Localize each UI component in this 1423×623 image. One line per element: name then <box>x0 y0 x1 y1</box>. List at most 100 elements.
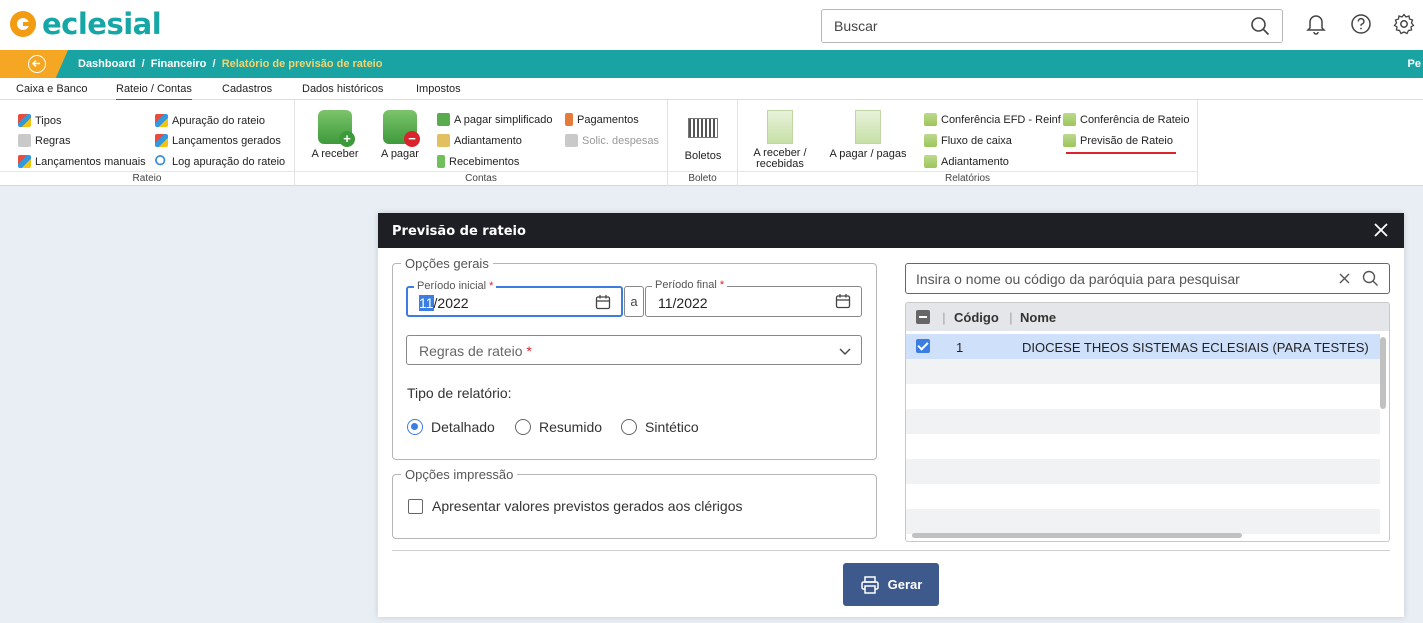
sheet-icon <box>924 134 937 147</box>
ribbon-adiantamento-report[interactable]: Adiantamento <box>924 155 1009 168</box>
horizontal-scrollbar[interactable] <box>912 533 1242 538</box>
close-icon[interactable] <box>1372 221 1390 242</box>
tab-cadastros[interactable]: Cadastros <box>222 83 272 95</box>
radio-detalhado[interactable]: Detalhado <box>407 419 495 435</box>
breadcrumb-current: Relatório de previsão de rateio <box>221 58 383 70</box>
ribbon-recebimentos[interactable]: Recebimentos <box>437 155 519 168</box>
ribbon-group-contas: + A receber − A pagar A pagar simplifica… <box>295 100 668 186</box>
ribbon-apuracao-rateio[interactable]: Apuração do rateio <box>155 114 265 127</box>
select-all-checkbox[interactable] <box>916 310 930 324</box>
apresentar-valores-checkbox[interactable]: Apresentar valores previstos gerados aos… <box>408 498 743 514</box>
clear-icon[interactable] <box>1338 272 1351 288</box>
header-divider: | <box>942 310 946 325</box>
ribbon-a-receber[interactable]: + A receber <box>307 110 363 160</box>
opcoes-gerais-legend: Opções gerais <box>405 256 489 271</box>
row-nome: DIOCESE THEOS SISTEMAS ECLESIAIS (PARA T… <box>1022 340 1369 355</box>
group-label-rateio: Rateio <box>0 171 294 185</box>
regras-rateio-placeholder: Regras de rateio * <box>419 343 532 359</box>
periodo-final-value[interactable]: 11/2022 <box>658 295 708 311</box>
back-icon[interactable] <box>28 55 46 73</box>
periodo-inicial-value[interactable]: 11/2022 <box>419 295 469 311</box>
ribbon-tipos[interactable]: Tipos <box>18 114 62 127</box>
user-menu-truncated[interactable]: Pe <box>1408 58 1421 70</box>
magnifier-icon <box>155 155 168 168</box>
ribbon-pagamentos[interactable]: Pagamentos <box>565 113 639 126</box>
breadcrumb: Dashboard / Financeiro / Relatório de pr… <box>0 50 1423 78</box>
apuracao-icon <box>155 114 168 127</box>
periodo-inicial-label: Período inicial * <box>414 280 497 292</box>
header-divider: | <box>1009 310 1013 325</box>
logo-text: eclesial <box>42 7 162 41</box>
group-label-contas: Contas <box>295 171 667 185</box>
ribbon: Tipos Regras Lançamentos manuais Apuraçã… <box>0 100 1423 186</box>
report-icon <box>767 110 793 144</box>
table-row[interactable]: 1 DIOCESE THEOS SISTEMAS ECLESIAIS (PARA… <box>906 334 1380 359</box>
ribbon-boletos[interactable]: Boletos <box>674 112 732 162</box>
table-row-empty <box>906 384 1380 409</box>
ribbon-previsao-rateio[interactable]: Previsão de Rateio <box>1063 134 1173 147</box>
sheet-icon <box>1063 113 1076 126</box>
ribbon-tabs: Caixa e Banco Rateio / Contas Cadastros … <box>0 78 1423 101</box>
search-icon[interactable] <box>1250 16 1270 39</box>
breadcrumb-financeiro[interactable]: Financeiro <box>151 58 207 70</box>
money-in-icon: + <box>318 110 355 147</box>
ribbon-lancamentos-gerados[interactable]: Lançamentos gerados <box>155 134 281 147</box>
period-separator: a <box>624 286 644 317</box>
search-icon[interactable] <box>1362 270 1379 290</box>
ribbon-a-pagar-pagas[interactable]: A pagar / pagas <box>824 110 912 160</box>
ribbon-log-apuracao[interactable]: Log apuração do rateio <box>155 155 285 168</box>
opcoes-impressao-legend: Opções impressão <box>405 467 514 482</box>
calendar-icon[interactable] <box>835 293 851 312</box>
column-codigo[interactable]: Código <box>954 310 999 325</box>
row-checkbox[interactable] <box>916 339 930 353</box>
sheet-icon <box>924 113 937 126</box>
breadcrumb-dashboard[interactable]: Dashboard <box>78 58 135 70</box>
sheet-icon <box>924 155 937 168</box>
ribbon-conferencia-efd[interactable]: Conferência EFD - Reinf <box>924 113 1061 126</box>
tab-caixa-banco[interactable]: Caixa e Banco <box>16 83 88 95</box>
gear-icon[interactable] <box>1392 13 1416 38</box>
ribbon-solic-despesas[interactable]: Solic. despesas <box>565 134 659 147</box>
breadcrumb-path: Dashboard / Financeiro / Relatório de pr… <box>78 58 382 70</box>
tipos-icon <box>18 114 31 127</box>
ribbon-a-pagar-simplificado[interactable]: A pagar simplificado <box>437 113 552 126</box>
parish-search[interactable] <box>905 263 1390 294</box>
global-search-input[interactable] <box>834 18 1234 34</box>
radio-resumido[interactable]: Resumido <box>515 419 602 435</box>
tab-impostos[interactable]: Impostos <box>416 83 461 95</box>
grid-header: | Código | Nome <box>906 303 1389 331</box>
table-row-empty <box>906 359 1380 384</box>
recebimentos-icon <box>437 155 445 168</box>
help-icon[interactable] <box>1350 13 1372 38</box>
tab-dados-historicos[interactable]: Dados históricos <box>302 83 383 95</box>
ribbon-a-receber-recebidas[interactable]: A receber / recebidas <box>746 110 814 170</box>
ribbon-lancamentos-manuais[interactable]: Lançamentos manuais <box>18 155 146 168</box>
radio-checked-icon <box>407 419 423 435</box>
breadcrumb-separator: / <box>138 58 148 70</box>
ribbon-conferencia-rateio[interactable]: Conferência de Rateio <box>1063 113 1189 126</box>
ribbon-adiantamento[interactable]: Adiantamento <box>437 134 522 147</box>
ribbon-fluxo-caixa[interactable]: Fluxo de caixa <box>924 134 1012 147</box>
ribbon-regras[interactable]: Regras <box>18 134 70 147</box>
periodo-final-label: Período final * <box>652 279 728 291</box>
regras-rateio-select[interactable]: Regras de rateio * <box>406 335 862 365</box>
gerar-button[interactable]: Gerar <box>843 563 939 606</box>
calendar-icon[interactable] <box>595 294 611 313</box>
app-logo[interactable]: eclesial <box>10 6 162 42</box>
solic-despesas-icon <box>565 134 578 147</box>
gerar-label: Gerar <box>887 577 923 592</box>
group-label-relatorios: Relatórios <box>738 171 1197 185</box>
vertical-scrollbar[interactable] <box>1380 337 1386 409</box>
row-codigo: 1 <box>956 340 964 355</box>
periodo-final-field[interactable]: Período final * 11/2022 <box>645 279 862 317</box>
column-nome[interactable]: Nome <box>1020 310 1056 325</box>
table-row-empty <box>906 509 1380 534</box>
periodo-inicial-field[interactable]: Período inicial * 11/2022 <box>406 280 623 317</box>
parish-search-input[interactable] <box>916 271 1306 287</box>
checkbox-unchecked-icon <box>408 498 423 514</box>
radio-sintetico[interactable]: Sintético <box>621 419 699 435</box>
bell-icon[interactable] <box>1306 13 1326 38</box>
tab-rateio-contas[interactable]: Rateio / Contas <box>116 83 192 101</box>
global-search[interactable] <box>821 9 1283 43</box>
ribbon-a-pagar[interactable]: − A pagar <box>375 110 425 160</box>
